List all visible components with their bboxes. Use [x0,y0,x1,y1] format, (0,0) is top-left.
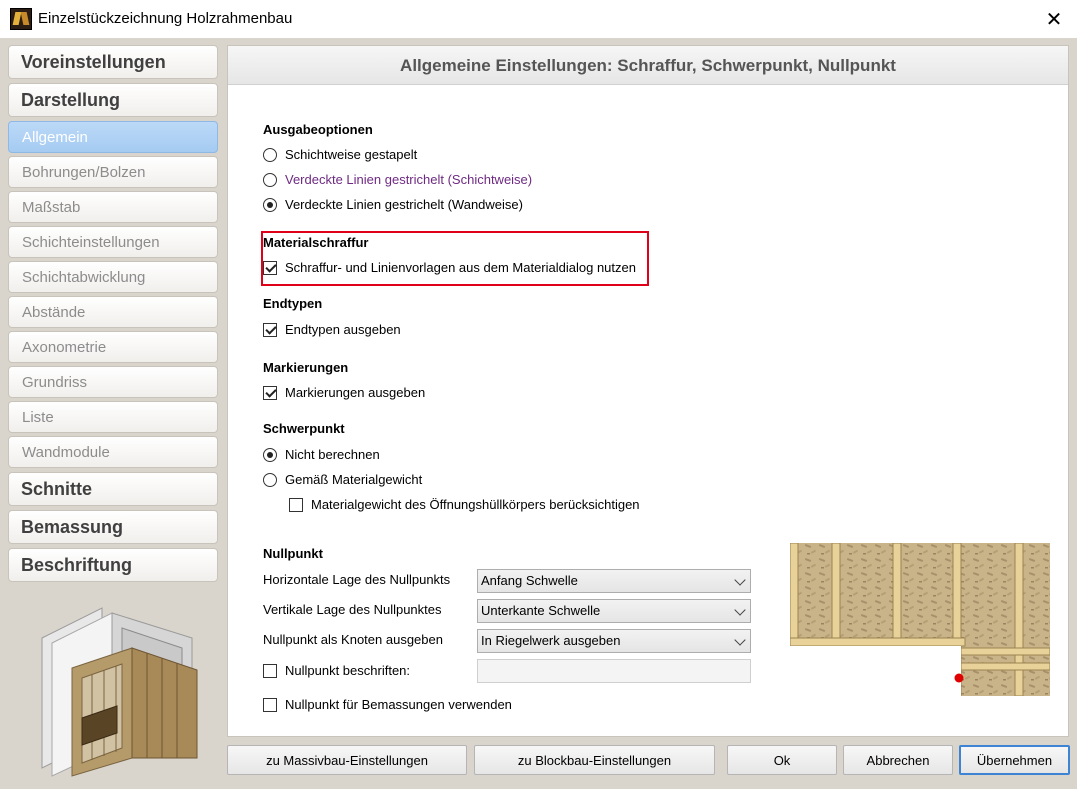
checkbox-icon-checked[interactable] [263,385,277,400]
radio-icon-selected[interactable] [263,447,277,462]
option-label: Materialgewicht des Öffnungshüllkörpers … [311,497,640,512]
select-vertikal[interactable]: Unterkante Schwelle [477,599,751,623]
checkbox-oeffnungshuellkoerper[interactable]: Materialgewicht des Öffnungshüllkörpers … [289,497,640,512]
checkbox-icon[interactable] [263,663,277,678]
abbrechen-button[interactable]: Abbrechen [843,745,953,775]
app-icon [10,8,32,30]
label-horizontal: Horizontale Lage des Nullpunkts [263,572,451,587]
nav-wandmodule[interactable]: Wandmodule [8,436,218,468]
nav-schichtabwicklung[interactable]: Schichtabwicklung [8,261,218,293]
option-label: Nullpunkt beschriften: [285,663,411,678]
label-vertikal: Vertikale Lage des Nullpunktes [263,602,442,617]
option-label: Nullpunkt für Bemassungen verwenden [285,697,512,712]
radio-nicht-berechnen[interactable]: Nicht berechnen [263,447,380,462]
massivbau-button[interactable]: zu Massivbau-Einstellungen [227,745,467,775]
ok-button[interactable]: Ok [727,745,837,775]
label-knoten: Nullpunkt als Knoten ausgeben [263,632,443,647]
panel-header: Allgemeine Einstellungen: Schraffur, Sch… [228,46,1068,85]
nav-darstellung[interactable]: Darstellung [8,83,218,117]
section-markierungen: Markierungen [263,360,349,375]
nav-voreinstellungen[interactable]: Voreinstellungen [8,45,218,79]
checkbox-icon[interactable] [263,697,277,712]
section-materialschraffur: Materialschraffur [263,235,369,250]
radio-icon-selected[interactable] [263,197,277,212]
option-label: Verdeckte Linien gestrichelt (Wandweise) [285,197,523,212]
radio-gemaess-materialgewicht[interactable]: Gemäß Materialgewicht [263,472,422,487]
nav-schichteinstellungen[interactable]: Schichteinstellungen [8,226,218,258]
radio-verdeckte-schichtweise[interactable]: Verdeckte Linien gestrichelt (Schichtwei… [263,172,532,187]
option-label: Markierungen ausgeben [285,385,426,400]
option-label: Nicht berechnen [285,447,380,462]
select-knoten[interactable]: In Riegelwerk ausgeben [477,629,751,653]
checkbox-endtypen[interactable]: Endtypen ausgeben [263,322,401,337]
close-button[interactable]: ✕ [1031,0,1077,38]
radio-icon[interactable] [263,472,277,487]
checkbox-icon-checked[interactable] [263,322,277,337]
nav-axonometrie[interactable]: Axonometrie [8,331,218,363]
option-label: Schraffur- und Linienvorlagen aus dem Ma… [285,260,636,275]
option-label: Gemäß Materialgewicht [285,472,423,487]
radio-schichtweise-gestapelt[interactable]: Schichtweise gestapelt [263,147,417,162]
checkbox-materialschraffur[interactable]: Schraffur- und Linienvorlagen aus dem Ma… [263,260,636,275]
option-label: Endtypen ausgeben [285,322,401,337]
checkbox-nullpunkt-bemassung[interactable]: Nullpunkt für Bemassungen verwenden [263,697,512,712]
wall-module-illustration [41,607,198,777]
chevron-down-icon [734,604,746,616]
nav-allgemein[interactable]: Allgemein [8,121,218,153]
window-title: Einzelstückzeichnung Holzrahmenbau [38,10,293,27]
checkbox-icon-checked[interactable] [263,260,277,275]
section-ausgabeoptionen: Ausgabeoptionen [263,122,373,137]
radio-verdeckte-wandweise[interactable]: Verdeckte Linien gestrichelt (Wandweise) [263,197,523,212]
option-label: Verdeckte Linien gestrichelt (Schichtwei… [285,172,533,187]
select-horizontal[interactable]: Anfang Schwelle [477,569,751,593]
beschriften-input[interactable] [477,659,751,683]
checkbox-markierungen[interactable]: Markierungen ausgeben [263,385,425,400]
nav-bohrungen-bolzen[interactable]: Bohrungen/Bolzen [8,156,218,188]
radio-icon[interactable] [263,147,277,162]
uebernehmen-button[interactable]: Übernehmen [959,745,1070,775]
nav-liste[interactable]: Liste [8,401,218,433]
nav-beschriftung[interactable]: Beschriftung [8,548,218,582]
select-value: In Riegelwerk ausgeben [481,633,621,648]
select-value: Anfang Schwelle [481,573,578,588]
select-value: Unterkante Schwelle [481,603,601,618]
nav-massstab[interactable]: Maßstab [8,191,218,223]
checkbox-icon[interactable] [289,497,303,512]
chevron-down-icon [734,634,746,646]
option-label: Schichtweise gestapelt [285,147,418,162]
nav-grundriss[interactable]: Grundriss [8,366,218,398]
nav-schnitte[interactable]: Schnitte [8,472,218,506]
nav-abstaende[interactable]: Abstände [8,296,218,328]
settings-panel: Allgemeine Einstellungen: Schraffur, Sch… [227,45,1069,737]
section-endtypen: Endtypen [263,296,323,311]
checkbox-nullpunkt-beschriften[interactable]: Nullpunkt beschriften: [263,663,410,678]
nullpoint-marker-icon [954,673,964,683]
section-nullpunkt: Nullpunkt [263,546,323,561]
nav-bemassung[interactable]: Bemassung [8,510,218,544]
section-schwerpunkt: Schwerpunkt [263,421,345,436]
radio-icon[interactable] [263,172,277,187]
nullpunkt-preview-image [790,543,1050,696]
title-bar: Einzelstückzeichnung Holzrahmenbau ✕ [0,0,1077,38]
chevron-down-icon [734,574,746,586]
blockbau-button[interactable]: zu Blockbau-Einstellungen [474,745,715,775]
